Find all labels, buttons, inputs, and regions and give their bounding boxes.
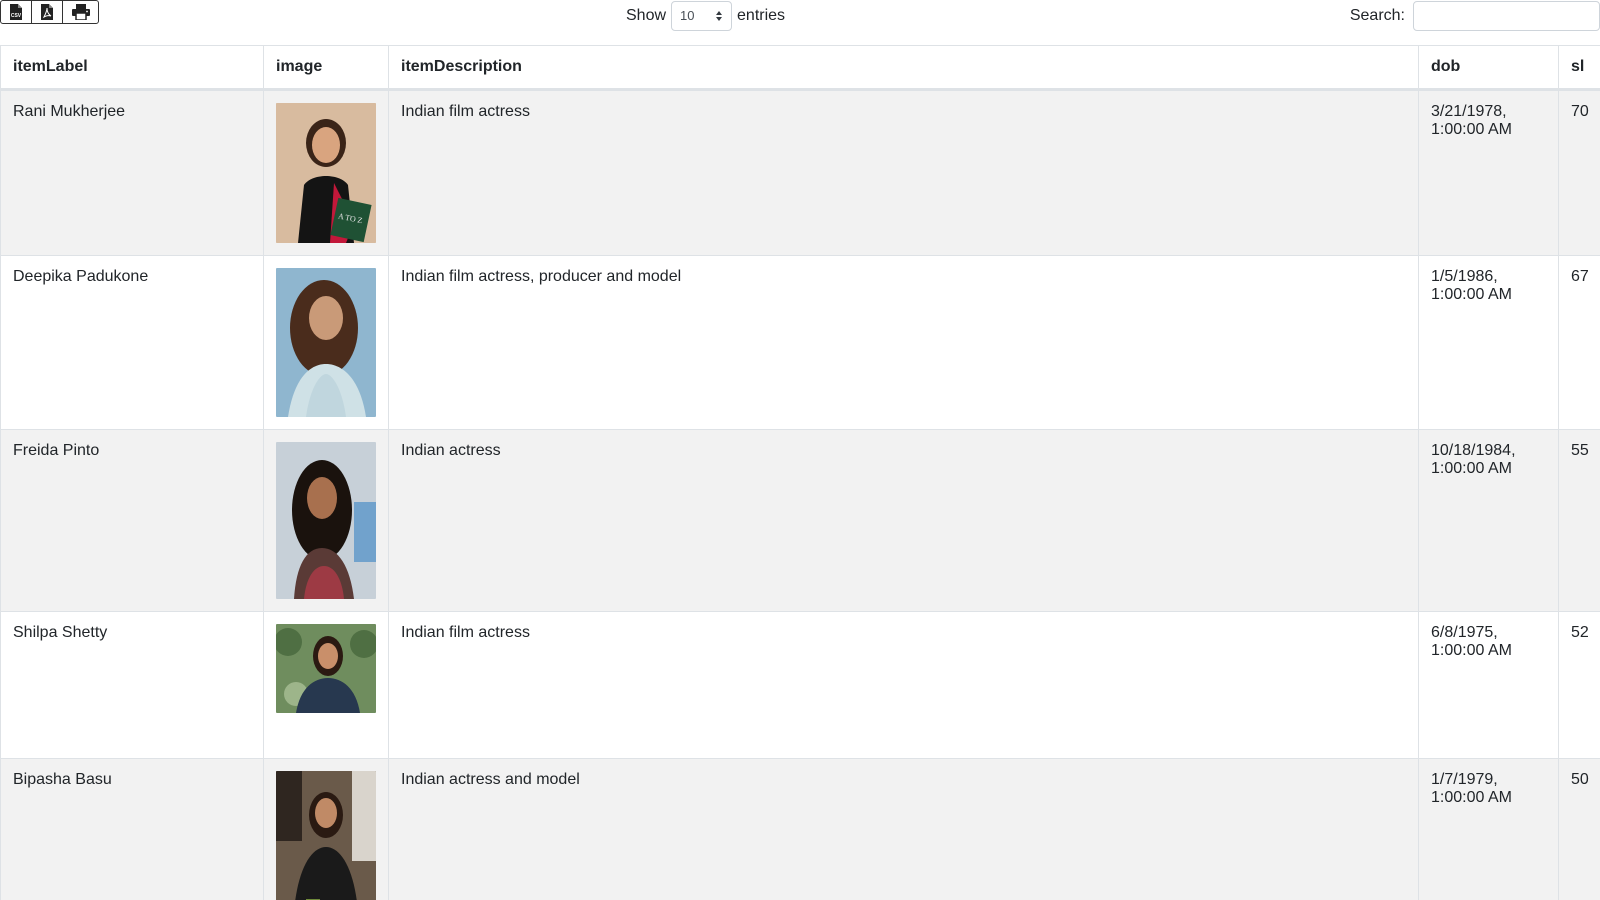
cell-itemdescription: Indian film actress: [388, 611, 1419, 759]
cell-image: [263, 758, 389, 900]
cell-dob: 1/7/1979, 1:00:00 AM: [1418, 758, 1559, 900]
export-button-group: CSV: [0, 0, 99, 24]
page-length-select[interactable]: 10: [671, 0, 733, 31]
table-row: Rani Mukherjee A TO Z Indian film actres…: [0, 89, 1600, 256]
cell-dob: 6/8/1975, 1:00:00 AM: [1418, 611, 1559, 759]
column-header-dob[interactable]: dob: [1418, 45, 1559, 91]
data-table: itemLabel image itemDescription dob sl R…: [0, 45, 1600, 900]
search-control: Search:: [1350, 0, 1600, 31]
svg-text:CSV: CSV: [11, 13, 22, 19]
search-label: Search:: [1349, 6, 1405, 24]
cell-itemdescription: Indian film actress, producer and model: [388, 255, 1419, 430]
cell-image: [263, 255, 389, 430]
portrait-photo[interactable]: [276, 442, 376, 599]
table-row: Bipasha Basu Indian actress and model 1/…: [0, 758, 1600, 900]
export-pdf-button[interactable]: [32, 1, 63, 23]
cell-itemdescription: Indian actress and model: [388, 758, 1419, 900]
portrait-photo[interactable]: [276, 771, 376, 900]
portrait-photo[interactable]: [276, 624, 376, 713]
table-header-row: itemLabel image itemDescription dob sl: [0, 45, 1600, 91]
print-button[interactable]: [63, 1, 98, 23]
entries-label: entries: [737, 6, 786, 24]
cell-sl: 70: [1558, 89, 1600, 256]
table-row: Shilpa Shetty Indian film actress 6/8/19…: [0, 611, 1600, 759]
cell-sl: 67: [1558, 255, 1600, 430]
cell-dob: 10/18/1984, 1:00:00 AM: [1418, 429, 1559, 612]
portrait-photo[interactable]: A TO Z: [276, 103, 376, 243]
cell-image: A TO Z: [263, 89, 389, 256]
csv-file-icon: CSV: [10, 4, 22, 20]
cell-dob: 1/5/1986, 1:00:00 AM: [1418, 255, 1559, 430]
cell-itemdescription: Indian film actress: [388, 89, 1419, 256]
cell-image: [263, 611, 389, 759]
cell-sl: 52: [1558, 611, 1600, 759]
printer-icon: [71, 4, 90, 20]
cell-itemdescription: Indian actress: [388, 429, 1419, 612]
column-header-itemdescription[interactable]: itemDescription: [388, 45, 1419, 91]
show-label: Show: [626, 6, 667, 24]
page-length-value: 10: [680, 8, 695, 23]
portrait-photo[interactable]: [276, 268, 376, 417]
cell-itemlabel: Shilpa Shetty: [0, 611, 264, 759]
select-arrows-icon: [715, 10, 723, 22]
cell-image: [263, 429, 389, 612]
column-header-image[interactable]: image: [263, 45, 389, 91]
datatable-page: CSV Show 10 entries Search: itemLabel im…: [0, 0, 1600, 900]
cell-itemlabel: Deepika Padukone: [0, 255, 264, 430]
cell-itemlabel: Freida Pinto: [0, 429, 264, 612]
cell-sl: 50: [1558, 758, 1600, 900]
pdf-file-icon: [41, 4, 53, 20]
cell-itemlabel: Bipasha Basu: [0, 758, 264, 900]
table-row: Deepika Padukone Indian film actress, pr…: [0, 255, 1600, 430]
cell-sl: 55: [1558, 429, 1600, 612]
table-row: Freida Pinto Indian actress 10/18/1984, …: [0, 429, 1600, 612]
column-header-sl[interactable]: sl: [1558, 45, 1600, 91]
export-csv-button[interactable]: CSV: [1, 1, 32, 23]
column-header-itemlabel[interactable]: itemLabel: [0, 45, 264, 91]
search-input[interactable]: [1413, 0, 1600, 31]
page-length-control: Show 10 entries: [626, 0, 785, 31]
cell-dob: 3/21/1978, 1:00:00 AM: [1418, 89, 1559, 256]
cell-itemlabel: Rani Mukherjee: [0, 89, 264, 256]
